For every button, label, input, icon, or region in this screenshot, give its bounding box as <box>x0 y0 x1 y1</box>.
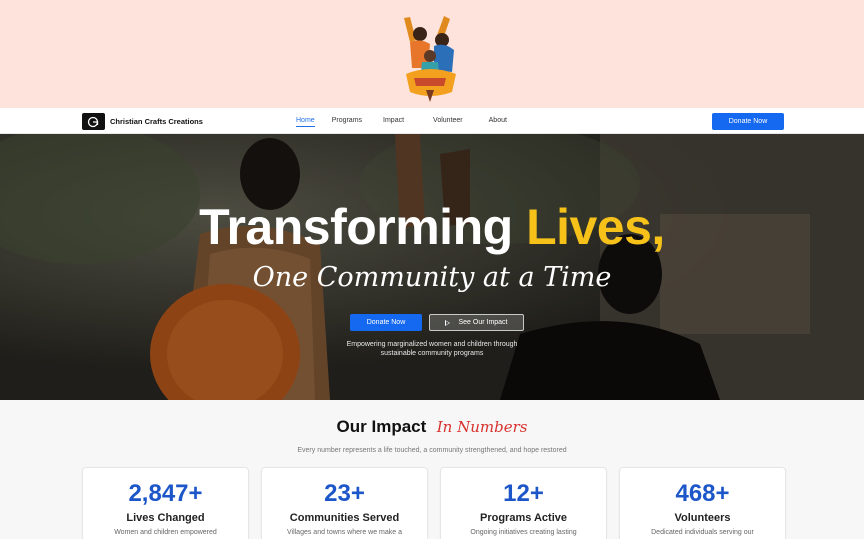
impact-heading-main: Our Impact <box>336 417 427 436</box>
play-icon <box>445 319 451 326</box>
impact-subtitle: Every number represents a life touched, … <box>297 447 567 454</box>
stat-label: Volunteers <box>674 512 731 524</box>
see-impact-label: See Our Impact <box>458 319 508 326</box>
impact-heading: Our Impact In Numbers <box>0 417 864 437</box>
hero-subtitle: One Community at a Time <box>252 262 612 293</box>
hero-title-main: Transforming <box>199 199 513 255</box>
impact-heading-script: In Numbers <box>436 418 528 436</box>
nav-item-impact[interactable]: Impact <box>383 108 404 134</box>
brand-logo-icon <box>82 113 105 130</box>
stat-label: Communities Served <box>289 512 400 524</box>
stat-number: 12+ <box>503 480 544 507</box>
hero-title: Transforming Lives, <box>0 198 864 256</box>
brand-name: Christian Crafts Creations <box>110 117 203 126</box>
nav-links: Home Programs Impact Volunteer About <box>296 108 507 134</box>
nav-item-volunteer[interactable]: Volunteer <box>433 108 463 134</box>
hero-donate-button[interactable]: Donate Now <box>350 314 422 331</box>
stat-card-lives: 2,847+ Lives Changed Women and children … <box>82 467 249 539</box>
hero-section: Transforming Lives, One Community at a T… <box>0 134 864 400</box>
stat-description: Ongoing initiatives creating lasting <box>470 529 577 536</box>
main-navbar: Christian Crafts Creations Home Programs… <box>0 108 864 134</box>
community-illustration-icon <box>404 16 456 102</box>
stat-number: 2,847+ <box>128 480 203 507</box>
stat-number: 468+ <box>675 480 730 507</box>
nav-item-home[interactable]: Home <box>296 108 315 134</box>
stat-card-communities: 23+ Communities Served Villages and town… <box>261 467 428 539</box>
stat-number: 23+ <box>324 480 365 507</box>
see-impact-button[interactable]: See Our Impact <box>429 314 524 331</box>
nav-item-programs[interactable]: Programs <box>332 108 362 134</box>
stat-label: Programs Active <box>479 512 568 524</box>
stat-description: Dedicated individuals serving our <box>651 529 754 536</box>
stat-description: Women and children empowered <box>114 529 217 536</box>
nav-item-about[interactable]: About <box>489 108 507 134</box>
hero-title-accent: Lives, <box>526 199 665 255</box>
brand-link[interactable]: Christian Crafts Creations <box>82 113 203 130</box>
hero-description: Empowering marginalized women and childr… <box>346 341 518 357</box>
top-illustration-band <box>0 0 864 108</box>
nav-donate-button[interactable]: Donate Now <box>712 113 784 130</box>
stat-card-volunteers: 468+ Volunteers Dedicated individuals se… <box>619 467 786 539</box>
stat-card-programs: 12+ Programs Active Ongoing initiatives … <box>440 467 607 539</box>
stat-description: Villages and towns where we make a <box>286 529 403 536</box>
stat-label: Lives Changed <box>126 512 205 524</box>
